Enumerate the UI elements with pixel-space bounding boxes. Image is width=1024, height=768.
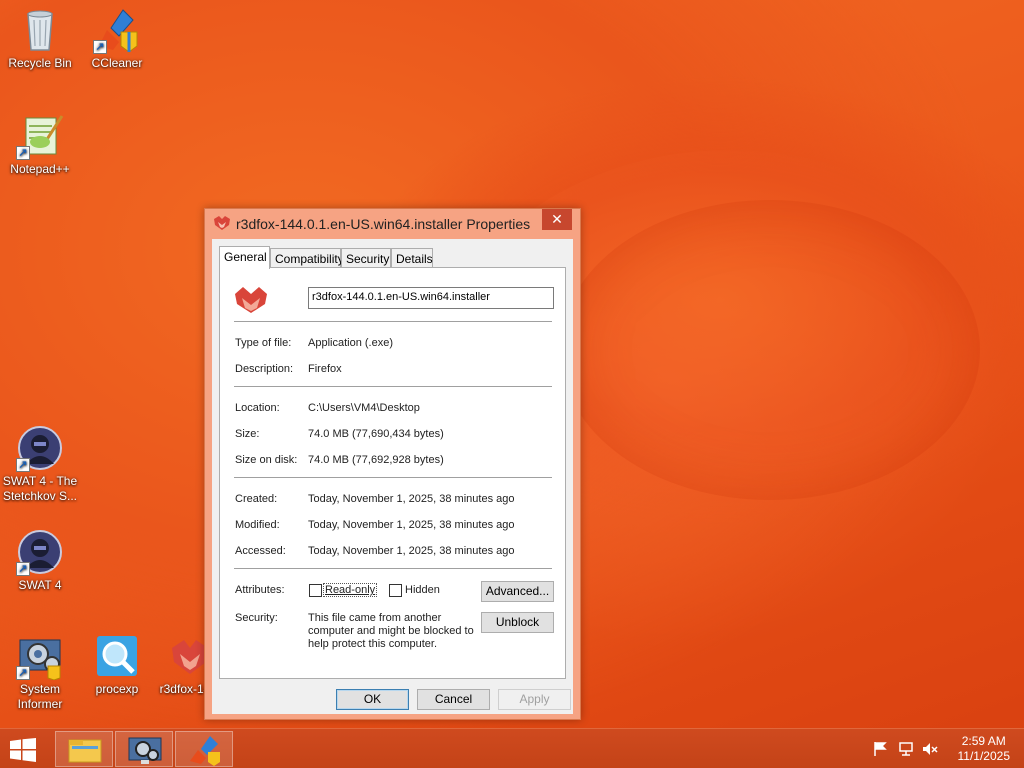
desktop-icon-swat4-stetchkov[interactable]: ↗ SWAT 4 - The Stetchkov S... xyxy=(0,424,80,504)
shortcut-arrow-icon: ↗ xyxy=(16,666,30,680)
desktop-icon-label: SWAT 4 xyxy=(18,578,62,592)
description-label: Description: xyxy=(235,363,294,375)
advanced-button[interactable]: Advanced... xyxy=(481,581,554,602)
separator xyxy=(234,568,552,569)
clock-date: 11/1/2025 xyxy=(957,749,1011,763)
shortcut-arrow-icon: ↗ xyxy=(16,562,30,576)
network-icon[interactable] xyxy=(898,741,914,768)
desktop-icon-ccleaner[interactable]: ↗ CCleaner xyxy=(77,6,157,71)
shortcut-arrow-icon: ↗ xyxy=(93,40,107,54)
readonly-label[interactable]: Read-only xyxy=(322,583,378,597)
desktop-icon-procexp[interactable]: procexp xyxy=(77,632,157,697)
unblock-button[interactable]: Unblock xyxy=(481,612,554,633)
wallpaper-swirl-inner xyxy=(560,200,980,500)
taskbar-ccleaner[interactable] xyxy=(175,731,233,767)
tab-security[interactable]: Security xyxy=(341,248,391,268)
size-on-disk-value: 74.0 MB (77,692,928 bytes) xyxy=(308,454,444,466)
taskbar-file-explorer[interactable] xyxy=(55,731,113,767)
tab-details[interactable]: Details xyxy=(391,248,433,268)
type-label: Type of file: xyxy=(235,337,292,349)
security-label: Security: xyxy=(235,612,278,624)
size-label: Size: xyxy=(235,428,260,440)
volume-muted-icon[interactable] xyxy=(922,741,938,768)
size-value: 74.0 MB (77,690,434 bytes) xyxy=(308,428,444,440)
readonly-checkbox[interactable] xyxy=(309,584,322,597)
dialog-client: General Compatibility Security Details r… xyxy=(212,239,573,714)
security-text-line-2: computer and might be blocked to xyxy=(308,625,474,637)
description-value: Firefox xyxy=(308,363,342,375)
cancel-button[interactable]: Cancel xyxy=(417,689,490,710)
taskbar-system-informer[interactable] xyxy=(115,731,173,767)
desktop-icon-label: CCleaner xyxy=(91,56,143,70)
separator xyxy=(234,477,552,478)
r3dfox-app-icon xyxy=(213,215,231,231)
taskbar: 2:59 AM 11/1/2025 xyxy=(0,728,1024,768)
desktop-icon-label: procexp xyxy=(95,682,139,696)
hidden-label[interactable]: Hidden xyxy=(405,584,440,596)
desktop-icon-label: System Informer xyxy=(17,682,63,711)
recycle-bin-icon xyxy=(16,6,64,54)
taskbar-clock[interactable]: 2:59 AM 11/1/2025 xyxy=(958,734,1011,764)
ok-button[interactable]: OK xyxy=(336,689,409,710)
desktop-icon-notepadpp[interactable]: ↗ Notepad++ xyxy=(0,112,80,177)
accessed-value: Today, November 1, 2025, 38 minutes ago xyxy=(308,545,515,557)
modified-value: Today, November 1, 2025, 38 minutes ago xyxy=(308,519,515,531)
dialog-title: r3dfox-144.0.1.en-US.win64.installer Pro… xyxy=(236,216,531,232)
properties-dialog: r3dfox-144.0.1.en-US.win64.installer Pro… xyxy=(204,208,581,720)
desktop-icon-label: Recycle Bin xyxy=(8,56,72,70)
accessed-label: Accessed: xyxy=(235,545,286,557)
shortcut-arrow-icon: ↗ xyxy=(16,146,30,160)
created-label: Created: xyxy=(235,493,278,505)
close-button[interactable]: ✕ xyxy=(542,209,572,230)
location-label: Location: xyxy=(235,402,280,414)
desktop-icon-recycle-bin[interactable]: Recycle Bin xyxy=(0,6,80,71)
system-informer-icon xyxy=(128,737,162,764)
modified-label: Modified: xyxy=(235,519,280,531)
action-center-flag-icon[interactable] xyxy=(872,741,888,768)
ccleaner-icon: ↗ xyxy=(93,6,141,54)
size-on-disk-label: Size on disk: xyxy=(235,454,298,466)
separator xyxy=(234,321,552,322)
desktop-icon-label: SWAT 4 - The Stetchkov S... xyxy=(2,474,78,503)
desktop-icon-system-informer[interactable]: ↗ System Informer xyxy=(0,632,80,712)
folder-icon xyxy=(68,739,102,763)
system-informer-icon: ↗ xyxy=(16,632,64,681)
clock-time: 2:59 AM xyxy=(961,734,1006,748)
location-value: C:\Users\VM4\Desktop xyxy=(308,402,420,414)
swat4-icon: ↗ xyxy=(16,528,64,576)
file-name-field[interactable]: r3dfox-144.0.1.en-US.win64.installer xyxy=(308,287,554,309)
swat4-icon: ↗ xyxy=(16,424,64,472)
shortcut-arrow-icon: ↗ xyxy=(16,458,30,472)
file-icon xyxy=(234,285,268,315)
tab-compatibility[interactable]: Compatibility xyxy=(270,248,344,268)
dialog-titlebar[interactable]: r3dfox-144.0.1.en-US.win64.installer Pro… xyxy=(205,209,580,239)
ccleaner-icon xyxy=(190,736,220,766)
hidden-checkbox[interactable] xyxy=(389,584,402,597)
desktop-icon-label: Notepad++ xyxy=(10,162,70,176)
close-icon: ✕ xyxy=(551,211,563,227)
separator xyxy=(234,386,552,387)
procexp-icon xyxy=(93,632,141,680)
type-value: Application (.exe) xyxy=(308,337,393,349)
apply-button[interactable]: Apply xyxy=(498,689,571,710)
notepadpp-icon: ↗ xyxy=(16,112,64,160)
created-value: Today, November 1, 2025, 38 minutes ago xyxy=(308,493,515,505)
attributes-label: Attributes: xyxy=(235,584,285,596)
security-text-line-1: This file came from another xyxy=(308,612,442,624)
security-text-line-3: help protect this computer. xyxy=(308,638,438,650)
general-tab-panel: r3dfox-144.0.1.en-US.win64.installer Typ… xyxy=(219,267,566,679)
start-button[interactable] xyxy=(9,738,37,762)
windows-logo-icon xyxy=(10,738,36,762)
desktop-icon-swat4[interactable]: ↗ SWAT 4 xyxy=(0,528,80,593)
tab-general[interactable]: General xyxy=(219,246,270,269)
